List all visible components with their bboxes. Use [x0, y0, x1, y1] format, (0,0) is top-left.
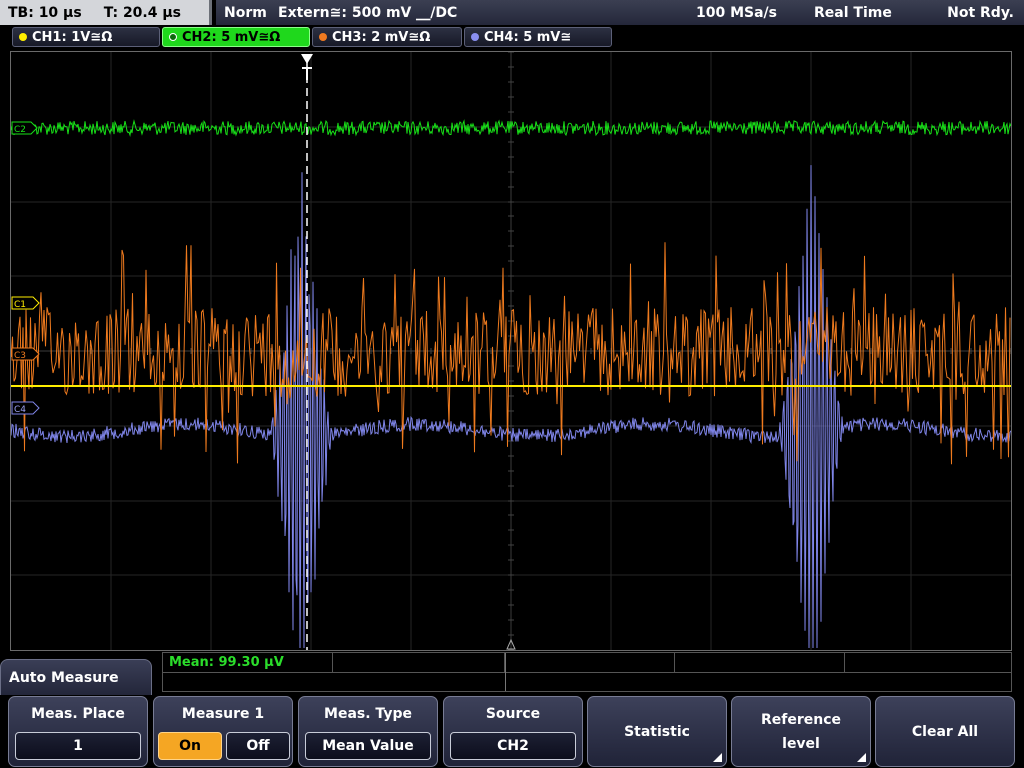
softkey-bar: Meas. Place 1 Measure 1 On Off Meas. Typ… — [0, 695, 1024, 768]
ch1-color-dot — [19, 33, 27, 41]
result-center-divider — [505, 653, 506, 691]
channel-tab-ch3[interactable]: CH3: 2 mV≅Ω — [312, 27, 462, 47]
measure-softkey[interactable]: Measure 1 On Off — [153, 696, 293, 767]
marker-c3[interactable]: C3 — [11, 347, 40, 361]
run-state: Not Rdy. — [947, 4, 1014, 21]
trigger-mode: Norm — [224, 4, 267, 21]
result-row-divider — [163, 672, 1011, 673]
ch2-label: CH2: 5 mV≅Ω — [182, 29, 281, 45]
statistic-softkey[interactable]: Statistic — [587, 696, 727, 767]
measurement-results: Mean: 99.30 µV — [162, 652, 1012, 692]
channel-tab-ch2[interactable]: CH2: 5 mV≅Ω — [162, 27, 310, 47]
submenu-arrow-icon — [857, 753, 866, 762]
statistic-label: Statistic — [624, 723, 690, 740]
channel-tab-ch4[interactable]: CH4: 5 mV≅ — [464, 27, 612, 47]
marker-c1[interactable]: C1 — [11, 296, 40, 310]
timebase-box[interactable]: TB: 10 µs T: 20.4 µs — [0, 0, 212, 25]
meas-type-label: Meas. Type — [324, 706, 412, 722]
waveform-display[interactable]: C2 C1 C3 C4 — [10, 51, 1012, 651]
acquisition-mode: Real Time — [814, 4, 892, 21]
meas-type-softkey[interactable]: Meas. Type Mean Value — [298, 696, 438, 767]
result-cell-1: Mean: 99.30 µV — [163, 653, 333, 672]
source-softkey[interactable]: Source CH2 — [443, 696, 583, 767]
source-label: Source — [485, 706, 541, 722]
channel-tab-ch1[interactable]: CH1: 1V≅Ω — [12, 27, 160, 47]
marker-c4-label: C4 — [14, 405, 26, 415]
timebase-value: TB: 10 µs — [8, 4, 82, 21]
result-cell-2 — [333, 653, 505, 672]
ch2-color-dot — [169, 33, 177, 41]
menu-title: Auto Measure — [0, 659, 152, 695]
trigger-time-value: T: 20.4 µs — [103, 4, 181, 21]
ch4-label: CH4: 5 mV≅ — [484, 29, 572, 45]
ch3-label: CH3: 2 mV≅Ω — [332, 29, 431, 45]
channel-bar: CH1: 1V≅Ω CH2: 5 mV≅Ω CH3: 2 mV≅Ω CH4: 5… — [0, 25, 1024, 49]
marker-c1-label: C1 — [14, 300, 26, 310]
result-cell-4 — [675, 653, 845, 672]
ch4-color-dot — [471, 33, 479, 41]
meas-place-softkey[interactable]: Meas. Place 1 — [8, 696, 148, 767]
trigger-box[interactable]: Norm Extern≅: 500 mV ⎽/DC 100 MSa/s Real… — [216, 0, 1024, 25]
measure-label: Measure 1 — [181, 706, 265, 722]
sample-rate: 100 MSa/s — [696, 4, 778, 21]
measure-on-button[interactable]: On — [158, 732, 222, 760]
reference-level-label: Reference level — [760, 711, 842, 752]
marker-c4[interactable]: C4 — [11, 401, 40, 415]
meas-type-value[interactable]: Mean Value — [305, 732, 431, 760]
trigger-source: Extern≅: 500 mV ⎽/DC — [278, 4, 458, 21]
ch3-color-dot — [319, 33, 327, 41]
meas-place-label: Meas. Place — [31, 706, 125, 722]
clear-all-label: Clear All — [911, 723, 979, 740]
submenu-arrow-icon — [713, 753, 722, 762]
clear-all-softkey[interactable]: Clear All — [875, 696, 1015, 767]
ch1-label: CH1: 1V≅Ω — [32, 29, 113, 45]
status-bar: TB: 10 µs T: 20.4 µs Norm Extern≅: 500 m… — [0, 0, 1024, 25]
marker-c2-label: C2 — [14, 125, 26, 135]
result-cell-3 — [505, 653, 675, 672]
meas-place-value[interactable]: 1 — [15, 732, 141, 760]
source-value[interactable]: CH2 — [450, 732, 576, 760]
marker-c2[interactable]: C2 — [11, 121, 38, 135]
measure-off-button[interactable]: Off — [226, 732, 290, 760]
marker-c3-label: C3 — [14, 351, 26, 361]
reference-level-softkey[interactable]: Reference level — [731, 696, 871, 767]
mean-result: Mean: 99.30 µV — [169, 655, 284, 670]
